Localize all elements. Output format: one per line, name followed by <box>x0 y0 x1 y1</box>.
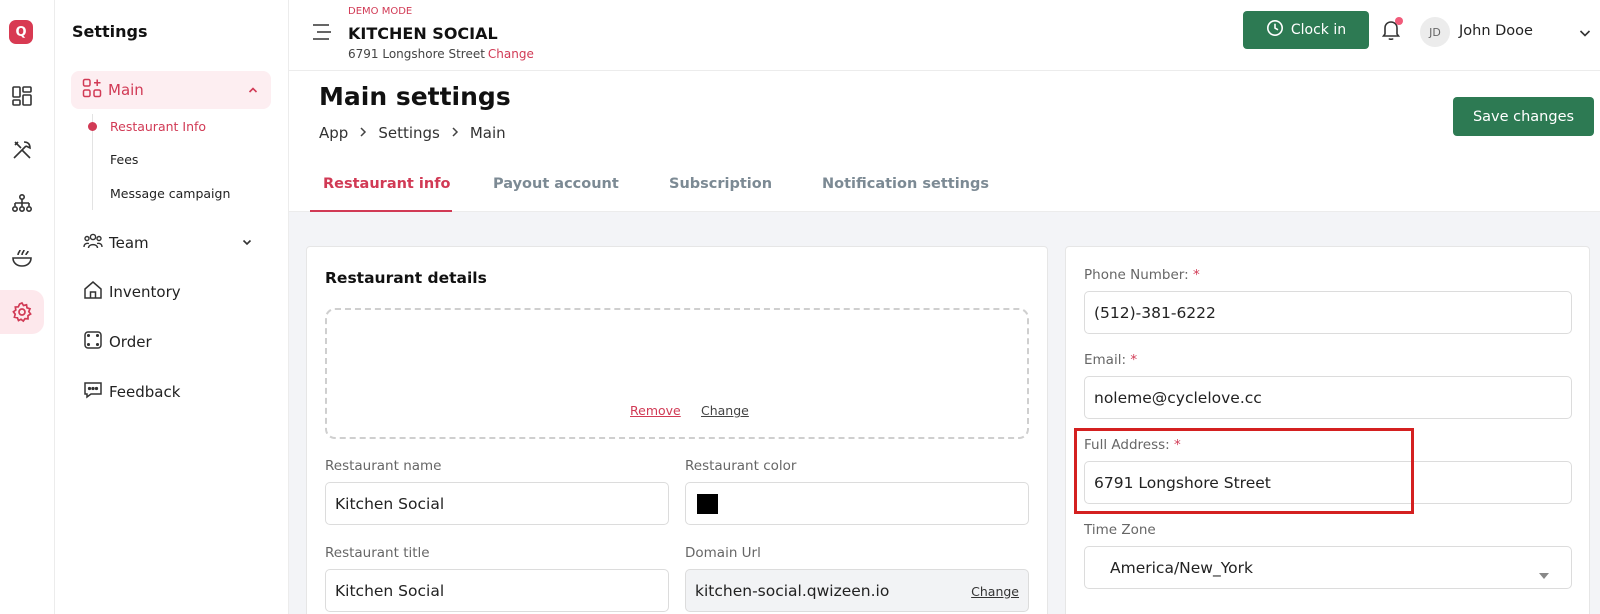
change-logo-link[interactable]: Change <box>701 403 749 418</box>
restaurant-title-label: Restaurant title <box>325 545 430 561</box>
avatar[interactable]: JD <box>1420 17 1450 47</box>
chevron-up-icon[interactable] <box>247 82 259 100</box>
time-zone-value: America/New_York <box>1110 558 1253 577</box>
sidebar-item-inventory-label: Inventory <box>109 283 181 301</box>
menu-icon[interactable] <box>311 22 333 46</box>
caret-down-icon <box>1539 565 1549 583</box>
required-mark: * <box>1130 352 1138 368</box>
restaurant-name-label: Restaurant name <box>325 458 442 474</box>
phone-number-label: Phone Number: * <box>1084 267 1200 283</box>
remove-logo-link[interactable]: Remove <box>630 403 681 418</box>
email-input[interactable]: noleme@cyclelove.cc <box>1084 376 1572 419</box>
sidebar-item-main[interactable]: Main <box>71 71 271 109</box>
notification-dot <box>1395 17 1403 25</box>
bell-icon[interactable] <box>1381 17 1403 45</box>
restaurant-details-card: Restaurant details Remove Change Restaur… <box>306 246 1048 614</box>
sidebar-item-inventory[interactable]: Inventory <box>83 280 181 304</box>
user-name[interactable]: John Dooe <box>1459 23 1533 39</box>
time-zone-label: Time Zone <box>1084 522 1156 538</box>
domain-url-value: kitchen-social.qwizeen.io <box>695 581 890 600</box>
sidebar-title: Settings <box>72 22 148 41</box>
breadcrumb-app[interactable]: App <box>319 124 348 142</box>
logo-dropzone[interactable]: Remove Change <box>325 308 1029 439</box>
page-title: Main settings <box>319 82 511 111</box>
color-swatch <box>697 493 718 514</box>
clock-in-label: Clock in <box>1290 22 1347 38</box>
email-label-text: Email: <box>1084 352 1127 368</box>
active-dot <box>88 122 97 131</box>
phone-number-input[interactable]: (512)-381-6222 <box>1084 291 1572 334</box>
restaurant-name-input[interactable]: Kitchen Social <box>325 482 669 525</box>
tab-notification-settings[interactable]: Notification settings <box>822 176 989 192</box>
gear-icon[interactable] <box>0 290 44 334</box>
clock-in-button[interactable]: Clock in <box>1243 11 1369 49</box>
change-address-link[interactable]: Change <box>488 47 534 61</box>
sidebar-item-feedback[interactable]: Feedback <box>83 380 180 404</box>
breadcrumb-main: Main <box>469 124 506 142</box>
sidebar-item-team[interactable]: Team <box>83 231 263 255</box>
sidebar-item-order-label: Order <box>109 333 152 351</box>
top-header: DEMO MODE KITCHEN SOCIAL 6791 Longshore … <box>289 0 1600 71</box>
sidebar-subitem-restaurant-info[interactable]: Restaurant Info <box>110 119 206 134</box>
breadcrumb: App Settings Main <box>319 124 506 142</box>
restaurant-details-title: Restaurant details <box>325 269 487 287</box>
tab-subscription[interactable]: Subscription <box>669 176 772 192</box>
tab-restaurant-info[interactable]: Restaurant info <box>323 176 450 192</box>
sidebar-item-feedback-label: Feedback <box>109 383 181 401</box>
order-icon <box>83 330 103 354</box>
highlight-box <box>1074 428 1414 514</box>
restaurant-color-picker[interactable] <box>685 482 1029 525</box>
settings-sidebar: Settings Main Restaurant Info Fees Messa… <box>55 0 289 614</box>
settings-tabs: Restaurant info Payout account Subscript… <box>289 165 1600 212</box>
restaurant-title-input[interactable]: Kitchen Social <box>325 569 669 612</box>
sidebar-subitem-fees[interactable]: Fees <box>110 152 138 167</box>
sidebar-item-team-label: Team <box>109 234 149 252</box>
utensils-icon[interactable] <box>0 128 44 172</box>
chevron-down-icon[interactable] <box>1578 25 1592 44</box>
phone-number-label-text: Phone Number: <box>1084 267 1189 283</box>
required-mark: * <box>1192 267 1200 283</box>
feedback-icon <box>83 380 103 404</box>
home-icon <box>83 280 103 304</box>
restaurant-address-text: 6791 Longshore Street <box>348 47 485 61</box>
clock-icon <box>1266 19 1284 41</box>
change-domain-link[interactable]: Change <box>971 584 1019 599</box>
grid-plus-icon <box>82 78 102 102</box>
chevron-right-icon <box>450 124 460 142</box>
sidebar-subitem-message-campaign[interactable]: Message campaign <box>110 186 230 201</box>
org-chart-icon[interactable] <box>0 182 44 226</box>
restaurant-name: KITCHEN SOCIAL <box>348 24 498 43</box>
dashboard-icon[interactable] <box>0 74 44 118</box>
demo-mode-label: DEMO MODE <box>348 6 413 17</box>
domain-url-field: kitchen-social.qwizeen.io Change <box>685 569 1029 612</box>
tab-payout-account[interactable]: Payout account <box>493 176 619 192</box>
food-bowl-icon[interactable] <box>0 236 44 280</box>
chevron-right-icon <box>358 124 368 142</box>
restaurant-color-label: Restaurant color <box>685 458 797 474</box>
sidebar-item-order[interactable]: Order <box>83 330 152 354</box>
save-changes-button[interactable]: Save changes <box>1453 97 1594 136</box>
chevron-down-icon[interactable] <box>241 234 253 252</box>
domain-url-label: Domain Url <box>685 545 761 561</box>
icon-rail: Q <box>0 0 55 614</box>
time-zone-select[interactable]: America/New_York <box>1084 546 1572 589</box>
email-label: Email: * <box>1084 352 1137 368</box>
app-logo[interactable]: Q <box>9 20 33 44</box>
restaurant-address: 6791 Longshore Street Change <box>348 47 534 61</box>
team-icon <box>83 231 103 255</box>
breadcrumb-settings[interactable]: Settings <box>378 124 440 142</box>
sidebar-item-main-label: Main <box>108 81 144 99</box>
